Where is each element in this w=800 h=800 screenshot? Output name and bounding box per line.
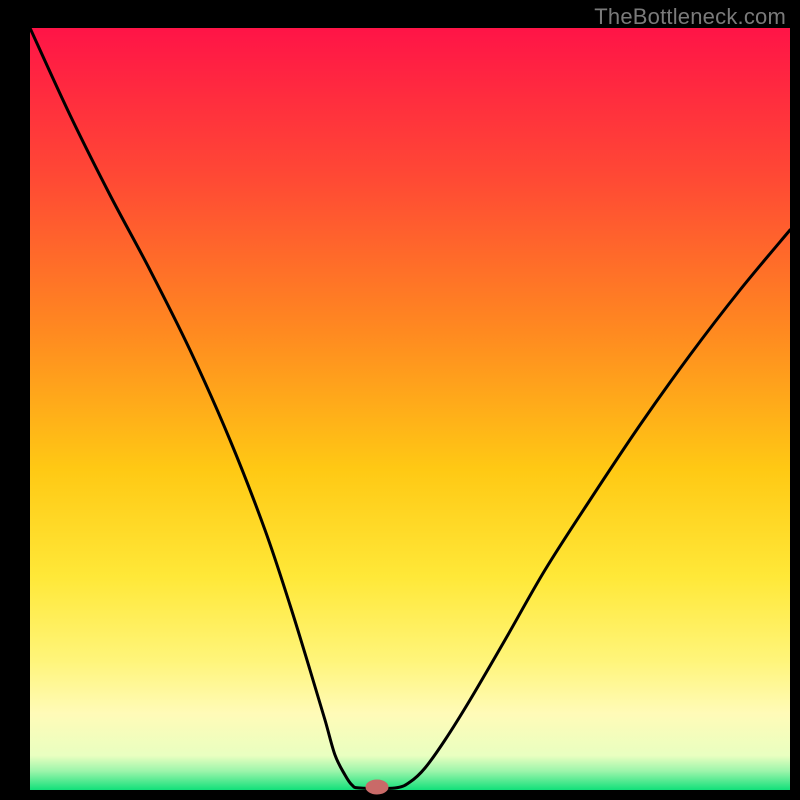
chart-svg	[0, 0, 800, 800]
optimal-marker	[366, 780, 388, 794]
chart-stage: TheBottleneck.com	[0, 0, 800, 800]
plot-background	[30, 28, 790, 790]
watermark-text: TheBottleneck.com	[594, 4, 786, 30]
